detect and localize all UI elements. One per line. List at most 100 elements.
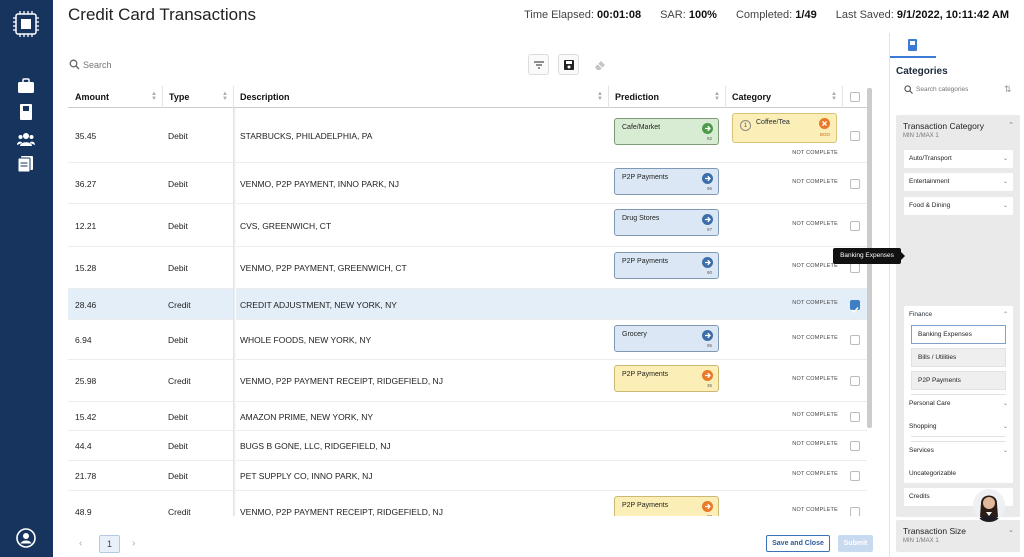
cell-description: VENMO, P2P PAYMENT, GREENWICH, CT xyxy=(240,263,407,273)
category-item[interactable]: Uncategorizable xyxy=(904,465,1013,483)
category-item[interactable]: Shopping ⌄ xyxy=(904,418,1013,436)
category-item[interactable]: Services ⌄ xyxy=(904,442,1013,460)
submit-button[interactable]: Submit xyxy=(838,535,873,552)
table-row[interactable]: 15.28 Debit VENMO, P2P PAYMENT, GREENWICH,… xyxy=(68,247,867,289)
table-row[interactable]: 36.27 Debit VENMO, P2P PAYMENT, INNO PARK,… xyxy=(68,163,867,204)
prediction-chip[interactable]: P2P Payments 96 xyxy=(614,168,719,195)
table-row[interactable]: 35.45 Debit STARBUCKS, PHILADELPHIA, PA Caf… xyxy=(68,108,867,163)
user-profile-icon[interactable] xyxy=(16,528,36,548)
briefcase-icon[interactable] xyxy=(17,77,35,95)
row-checkbox[interactable] xyxy=(850,471,860,481)
page-title: Credit Card Transactions xyxy=(68,5,257,24)
next-page-button[interactable]: › xyxy=(132,538,135,549)
col-prediction[interactable]: Prediction ▲ ▼ xyxy=(608,86,725,108)
col-category[interactable]: Category ▲ ▼ xyxy=(725,86,842,108)
sort-icon[interactable]: ▲ ▼ xyxy=(151,91,157,102)
chevron-up-icon[interactable]: ⌃ xyxy=(1003,311,1008,318)
row-checkbox[interactable] xyxy=(850,376,860,386)
table-row[interactable]: 21.78 Debit PET SUPPLY CO, INNO PARK, NJ NO… xyxy=(68,461,867,491)
table-row[interactable]: 15.42 Debit AMAZON PRIME, NEW YORK, NY NOT … xyxy=(68,402,867,431)
row-status: NOT COMPLETE xyxy=(792,335,838,341)
chevron-down-icon[interactable]: ⌄ xyxy=(1003,447,1008,454)
table-row[interactable]: 48.9 Credit VENMO, P2P PAYMENT RECEIPT, RI… xyxy=(68,491,867,516)
category-search-input[interactable] xyxy=(916,82,994,97)
row-checkbox[interactable] xyxy=(850,335,860,345)
prediction-chip[interactable]: Drug Stores 97 xyxy=(614,209,719,236)
accept-arrow-icon[interactable] xyxy=(702,330,713,341)
col-type[interactable]: Type ▲ ▼ xyxy=(162,86,233,108)
chevron-down-icon[interactable]: ⌄ xyxy=(1003,178,1008,185)
category-item[interactable]: Auto/Transport ⌄ xyxy=(904,150,1013,168)
documents-icon[interactable] xyxy=(17,155,35,173)
row-checkbox[interactable] xyxy=(850,221,860,231)
accept-arrow-icon[interactable] xyxy=(702,214,713,225)
finance-subcategory[interactable]: Bills / Utilities xyxy=(911,348,1006,367)
chevron-down-icon[interactable]: ⌄ xyxy=(1003,400,1008,407)
column-shadow xyxy=(233,108,236,516)
group-title: Transaction Category xyxy=(903,121,984,131)
categories-title: Categories xyxy=(896,66,948,77)
accept-arrow-icon[interactable] xyxy=(702,173,713,184)
tab-categories[interactable] xyxy=(890,33,936,58)
prediction-chip[interactable]: P2P Payments 90 xyxy=(614,252,719,279)
finance-subcategory[interactable]: P2P Payments xyxy=(911,371,1006,390)
chevron-down-icon[interactable]: ⌄ xyxy=(1008,526,1014,534)
category-item[interactable]: Food & Dining ⌄ xyxy=(904,197,1013,215)
col-description[interactable]: Description ▲ ▼ xyxy=(233,86,608,108)
sort-icon[interactable]: ⇅ xyxy=(1004,84,1012,95)
sort-icon[interactable]: ▲ ▼ xyxy=(222,91,228,102)
finance-subcategory[interactable]: Banking Expenses xyxy=(911,325,1006,344)
table-row[interactable]: 44.4 Debit BUGS B GONE, LLC, RIDGEFIELD, N… xyxy=(68,431,867,461)
accept-arrow-icon[interactable] xyxy=(702,370,713,381)
accept-arrow-icon[interactable] xyxy=(702,257,713,268)
prediction-chip[interactable]: P2P Payments 35 xyxy=(614,365,719,392)
row-checkbox[interactable] xyxy=(850,179,860,189)
save-button[interactable] xyxy=(558,54,579,75)
row-checkbox[interactable] xyxy=(850,131,860,141)
search-input[interactable] xyxy=(83,56,503,73)
chevron-up-icon[interactable]: ⌃ xyxy=(1008,121,1014,129)
clear-button[interactable] xyxy=(588,54,609,75)
cell-description: STARBUCKS, PHILADELPHIA, PA xyxy=(240,131,373,141)
left-nav xyxy=(0,0,53,557)
sort-icon[interactable]: ▲ ▼ xyxy=(714,91,720,102)
page-number[interactable]: 1 xyxy=(99,535,120,553)
row-checkbox[interactable] xyxy=(850,441,860,451)
row-checkbox[interactable] xyxy=(850,412,860,422)
category-item[interactable]: Entertainment ⌄ xyxy=(904,173,1013,191)
category-chip[interactable]: 1 Coffee/Tea BOO xyxy=(732,113,837,143)
row-status: NOT COMPLETE xyxy=(792,441,838,447)
row-checkbox[interactable] xyxy=(850,507,860,516)
table-row[interactable]: 12.21 Debit CVS, GREENWICH, CT Drug Stores 9… xyxy=(68,204,867,247)
chevron-down-icon[interactable]: ⌄ xyxy=(1003,155,1008,162)
prev-page-button[interactable]: ‹ xyxy=(79,538,82,549)
users-icon[interactable] xyxy=(17,130,35,148)
accept-arrow-icon[interactable] xyxy=(702,123,713,134)
row-status: NOT COMPLETE xyxy=(792,300,838,306)
table-row[interactable]: 25.98 Credit VENMO, P2P PAYMENT RECEIPT, R… xyxy=(68,360,867,402)
assistant-avatar[interactable] xyxy=(973,489,1005,522)
cell-amount: 48.9 xyxy=(75,507,92,516)
row-checkbox[interactable] xyxy=(850,263,860,273)
select-all-checkbox[interactable] xyxy=(850,92,860,102)
table-row[interactable]: 6.94 Debit WHOLE FOODS, NEW YORK, NY Grocer… xyxy=(68,320,867,360)
sort-icon[interactable]: ▲ ▼ xyxy=(597,91,603,102)
app-logo-icon[interactable] xyxy=(12,10,40,38)
prediction-chip[interactable]: Cafe/Market 92 xyxy=(614,118,719,145)
table-row[interactable]: 28.46 Credit CREDIT ADJUSTMENT, NEW YORK, … xyxy=(68,289,867,320)
accept-arrow-icon[interactable] xyxy=(702,501,713,512)
save-and-close-button[interactable]: Save and Close xyxy=(766,535,830,552)
prediction-confidence: 95 xyxy=(706,343,712,348)
prediction-chip[interactable]: P2P Payments 32 xyxy=(614,496,719,516)
col-amount[interactable]: Amount ▲ ▼ xyxy=(68,86,162,108)
chevron-down-icon[interactable]: ⌄ xyxy=(1003,202,1008,209)
row-checkbox[interactable] xyxy=(850,300,860,314)
remove-category-icon[interactable] xyxy=(819,118,830,129)
filter-button[interactable] xyxy=(528,54,549,75)
chevron-down-icon[interactable]: ⌄ xyxy=(1003,423,1008,430)
category-item[interactable]: Personal Care ⌄ xyxy=(904,395,1013,413)
sort-icon[interactable]: ▲ ▼ xyxy=(831,91,837,102)
book-icon[interactable] xyxy=(17,103,35,121)
prediction-chip[interactable]: Grocery 95 xyxy=(614,325,719,352)
cell-amount: 12.21 xyxy=(75,221,97,231)
